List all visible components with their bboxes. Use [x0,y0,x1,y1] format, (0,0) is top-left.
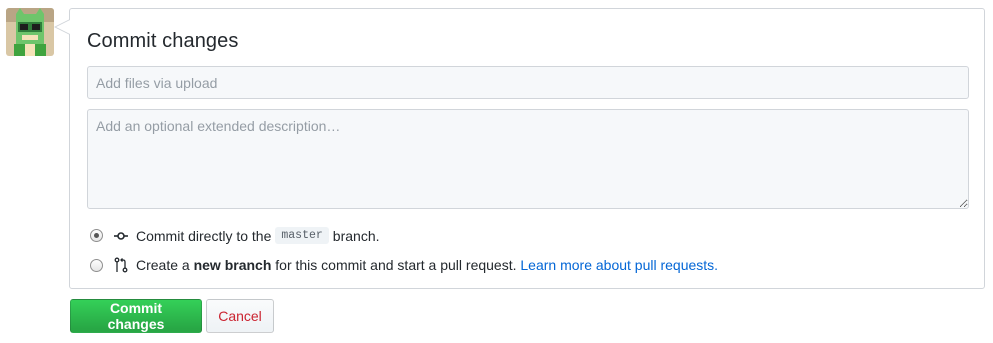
branch-name: master [275,227,329,244]
caret-decoration-inner [56,20,70,34]
new-branch-text: Create a [136,257,190,273]
cancel-button[interactable]: Cancel [206,299,274,333]
commit-direct-text: Commit directly to the [136,227,272,244]
commit-direct-radio[interactable] [90,229,103,242]
git-commit-icon [113,228,129,244]
commit-form: Commit changes Commit directly to the ma… [54,8,985,289]
new-branch-radio[interactable] [90,258,103,272]
git-pull-request-icon [113,257,129,273]
new-branch-option[interactable]: Create a new branch for this commit and … [90,257,718,273]
commit-page: Commit changes Commit directly to the ma… [0,0,993,343]
commit-description-textarea[interactable] [87,109,969,209]
commit-direct-option[interactable]: Commit directly to the master branch. [90,227,380,244]
new-branch-text-after: for this commit and start a pull request… [275,257,517,273]
form-title: Commit changes [87,30,239,52]
user-avatar-icon[interactable] [6,8,54,56]
commit-summary-input[interactable] [87,66,969,99]
commit-changes-button[interactable]: Commit changes [70,299,202,333]
new-branch-bold: new branch [193,257,272,273]
learn-more-link[interactable]: Learn more about pull requests. [520,257,718,273]
commit-direct-text-after: branch. [332,227,380,244]
